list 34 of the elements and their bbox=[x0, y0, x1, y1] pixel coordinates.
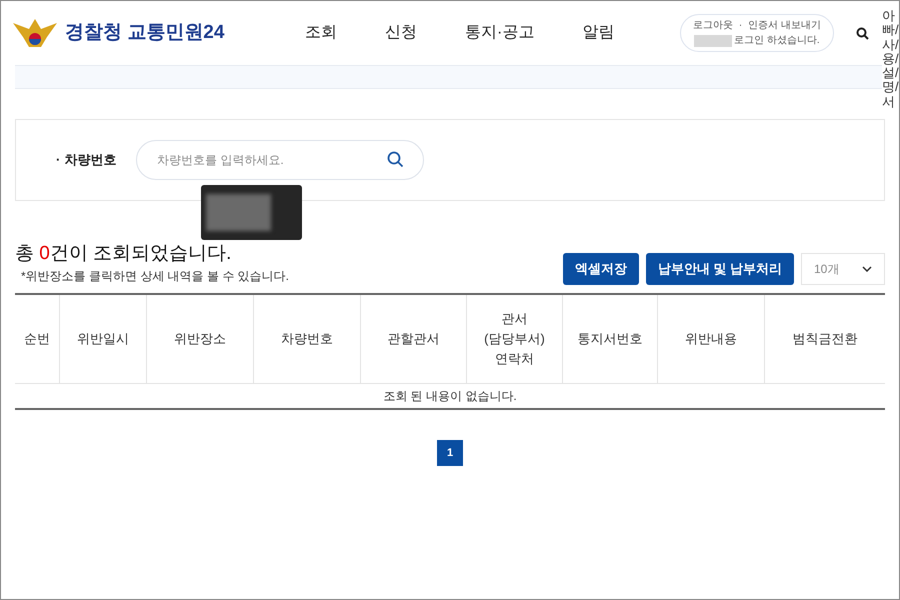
redacted-block bbox=[694, 34, 732, 46]
nav-menu-item[interactable]: 신청 bbox=[385, 21, 417, 45]
chevron-down-icon bbox=[862, 266, 872, 272]
nav-menu-item[interactable]: 알림 bbox=[582, 21, 614, 45]
column-header: 위반장소 bbox=[146, 295, 253, 383]
login-link[interactable]: 인증서 내보내기 bbox=[748, 18, 821, 33]
column-header: 위반내용 bbox=[657, 295, 764, 383]
result-note: *위반장소를 클릭하면 상세 내역을 볼 수 있습니다. bbox=[21, 268, 290, 285]
login-link[interactable]: 로그아웃 bbox=[692, 18, 733, 33]
column-header: 차량번호 bbox=[253, 295, 360, 383]
result-summary: 총 0건이 조회되었습니다. bbox=[15, 243, 232, 265]
column-header: 위반일시 bbox=[59, 295, 146, 383]
column-header: 관서 (담당부서) 연락처 bbox=[466, 295, 562, 383]
vehicle-number-field[interactable]: 차량번호를 입력하세요. bbox=[136, 140, 424, 180]
login-message: 로그인 하셨습니다. bbox=[734, 34, 820, 48]
action-button[interactable]: 납부안내 및 납부처리 bbox=[646, 253, 794, 285]
page-button[interactable]: 1 bbox=[437, 440, 463, 466]
page-size-select[interactable]: 10개 bbox=[801, 253, 885, 285]
search-icon[interactable] bbox=[856, 26, 869, 40]
column-header: 순번 bbox=[23, 330, 51, 348]
police-emblem-icon bbox=[11, 17, 59, 49]
nav-menu-item[interactable]: 조회 bbox=[305, 21, 337, 45]
bullet-mark: · bbox=[56, 151, 60, 170]
search-icon[interactable] bbox=[387, 151, 404, 168]
column-header: 범칙금전환 bbox=[764, 295, 885, 383]
nav-menu-item[interactable]: 통지·공고 bbox=[465, 21, 534, 45]
search-label: 차량번호 bbox=[64, 151, 116, 170]
column-header: 관할관서 bbox=[360, 295, 466, 383]
redacted-block bbox=[206, 194, 271, 231]
empty-table-message: 조회 된 내용이 없습니다. bbox=[15, 384, 885, 410]
site-logo-text[interactable]: 경찰청 교통민원24 bbox=[65, 18, 224, 48]
column-header: 통지서번호 bbox=[562, 295, 657, 383]
action-button[interactable]: 엑셀저장 bbox=[562, 253, 639, 285]
separator-dot: · bbox=[738, 19, 742, 33]
